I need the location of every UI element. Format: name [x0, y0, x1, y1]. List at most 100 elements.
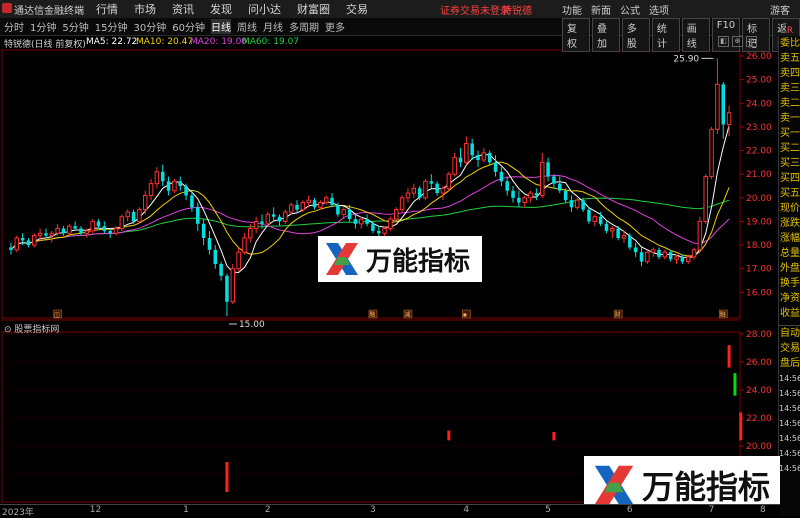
menu-item-new-screen[interactable]: 新面	[591, 2, 611, 17]
candle-body-down	[166, 181, 171, 191]
candle-body-down	[511, 190, 515, 198]
tab-monthly[interactable]: 月线	[263, 19, 283, 34]
panel-field-label[interactable]: 涨跌	[779, 216, 800, 231]
panel-field-label[interactable]: 现价	[779, 201, 800, 216]
indicator-signal-bar	[447, 430, 451, 441]
menu-item-trade[interactable]: 交易	[346, 1, 368, 17]
candle-body-up	[37, 232, 43, 237]
candle-body-up	[154, 171, 160, 185]
menu-item-news[interactable]: 资讯	[172, 1, 194, 17]
menu-item-wealth[interactable]: 财富圈	[297, 1, 330, 17]
panel-field-label[interactable]: 收益	[779, 306, 800, 321]
sub-axis-label: 22.00	[746, 414, 772, 424]
menu-item-function[interactable]: 功能	[562, 2, 582, 17]
tab-weekly[interactable]: 周线	[237, 19, 257, 34]
trade-time[interactable]: 14:56	[779, 371, 800, 386]
event-marker-text: 财	[615, 311, 621, 319]
layout-icon[interactable]: ◧	[718, 36, 729, 47]
stock-label[interactable]: 特锐德(日线 前复权)	[4, 37, 86, 50]
candle-body-down	[219, 264, 223, 276]
trade-time[interactable]: 14:56	[779, 461, 800, 476]
candle-body-up	[32, 235, 37, 246]
candle-body-up	[685, 256, 691, 263]
zoom-in-icon[interactable]: ⊕	[732, 36, 743, 47]
candle-body-down	[365, 219, 369, 224]
price-axis-label: 23.00	[746, 123, 772, 133]
close-icon[interactable]: ⊘	[746, 36, 757, 47]
candle-body-up	[610, 228, 615, 232]
panel-tab-label[interactable]: 盘后	[779, 356, 800, 371]
candle-body-up	[662, 251, 668, 258]
tab-5min[interactable]: 5分钟	[62, 19, 88, 34]
panel-field-label[interactable]: 卖三	[779, 81, 800, 96]
indicator-signal-bar	[727, 345, 731, 368]
trade-time[interactable]: 14:56	[779, 401, 800, 416]
price-axis-label: 22.00	[746, 147, 772, 157]
candle-body-up	[236, 251, 241, 270]
panel-field-label[interactable]: 净资	[779, 291, 800, 306]
panel-tab-label[interactable]: 自动	[779, 326, 800, 341]
candle-body-up	[119, 216, 125, 230]
tab-intraday[interactable]: 分时	[4, 19, 24, 34]
menu-item-formula[interactable]: 公式	[620, 2, 640, 17]
candle-body-down	[639, 252, 644, 262]
candle-body-down	[225, 275, 229, 302]
x-axis-label: 8	[760, 505, 766, 515]
sub-axis-label: 24.00	[746, 386, 772, 396]
tab-multi-period[interactable]: 多周期	[289, 19, 319, 34]
panel-field-label[interactable]: 买三	[779, 156, 800, 171]
tab-30min[interactable]: 30分钟	[133, 19, 166, 34]
period-tabs: 分时 1分钟 5分钟 15分钟 30分钟 60分钟 日线 周线 月线 多周期 更…	[4, 19, 345, 34]
menu-item-ask[interactable]: 问小达	[248, 1, 281, 17]
panel-field-label[interactable]: 涨幅	[779, 231, 800, 246]
candle-body-up	[253, 220, 259, 230]
panel-field-label[interactable]: 买四	[779, 171, 800, 186]
trade-time[interactable]: 14:56	[779, 431, 800, 446]
panel-field-label[interactable]: 卖二	[779, 96, 800, 111]
candle-body-down	[79, 228, 83, 234]
panel-field-label[interactable]: 卖五	[779, 51, 800, 66]
candle-body-down	[330, 197, 334, 205]
x-axis-label: 3	[370, 505, 376, 515]
panel-field-label[interactable]: 卖一	[779, 111, 800, 126]
menu-item-quotes[interactable]: 行情	[96, 1, 118, 17]
price-axis-label: 25.00	[746, 76, 772, 86]
tab-15min[interactable]: 15分钟	[95, 19, 128, 34]
candle-body-down	[657, 249, 661, 257]
candle-body-up	[691, 249, 697, 258]
app-logo-icon	[2, 3, 12, 13]
panel-field-label[interactable]: 外盘	[779, 261, 800, 276]
tab-60min[interactable]: 60分钟	[172, 19, 205, 34]
candle-body-up	[358, 218, 364, 225]
menu-item-discover[interactable]: 发现	[210, 1, 232, 17]
indicator-signal-bar	[733, 373, 737, 396]
candle-body-up	[575, 199, 580, 208]
chart-corner-icons: ◧ ⊕ ⊘	[718, 36, 757, 47]
user-label[interactable]: 特锐德	[502, 2, 532, 17]
login-status[interactable]: 证券交易未登录	[440, 2, 510, 17]
candle-body-down	[558, 183, 562, 191]
candle-body-down	[213, 249, 218, 264]
candle-body-down	[371, 223, 375, 231]
panel-field-label[interactable]: 总量	[779, 246, 800, 261]
panel-tab-label[interactable]: 交易	[779, 341, 800, 356]
candle-body-up	[674, 256, 679, 260]
guest-label[interactable]: 游客	[770, 2, 790, 17]
panel-field-label[interactable]: 买五	[779, 186, 800, 201]
menu-item-options[interactable]: 选项	[649, 2, 669, 17]
watermark-logo-icon	[326, 243, 358, 275]
panel-field-label[interactable]: 卖四	[779, 66, 800, 81]
menu-item-market[interactable]: 市场	[134, 1, 156, 17]
tab-more[interactable]: 更多	[325, 19, 345, 34]
tab-daily[interactable]: 日线	[210, 19, 231, 34]
tab-1min[interactable]: 1分钟	[30, 19, 56, 34]
event-marker-text: 融	[720, 311, 726, 319]
trade-time[interactable]: 14:56	[779, 446, 800, 461]
trade-time[interactable]: 14:56	[779, 386, 800, 401]
x-axis-label: 2023年	[2, 508, 34, 518]
panel-field-label[interactable]: 换手	[779, 276, 800, 291]
panel-field-label[interactable]: 买二	[779, 141, 800, 156]
panel-field-label[interactable]: 买一	[779, 126, 800, 141]
indicator-name: 股票指标网	[14, 325, 60, 335]
trade-time[interactable]: 14:56	[779, 416, 800, 431]
